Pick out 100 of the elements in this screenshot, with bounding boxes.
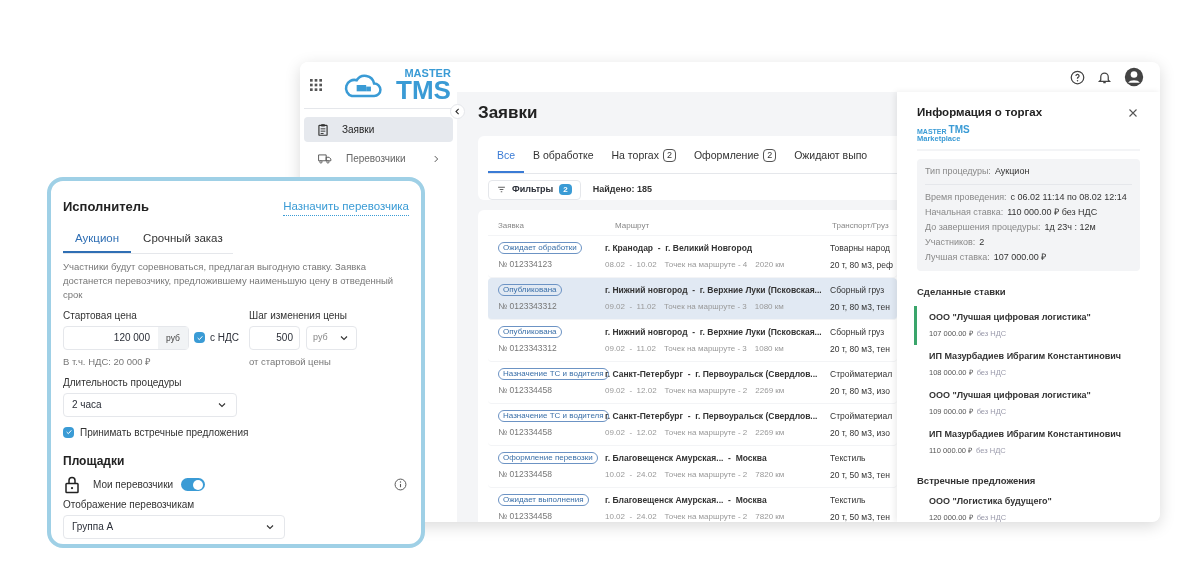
cargo-specs: 20 т, 80 м3, изо [830,427,891,440]
cargo-specs: 20 т, 80 м3, реф [830,259,892,272]
cargo-type: Текстиль [830,493,867,507]
order-number: № 0123343312 [498,341,557,355]
tab[interactable]: Ожидают выпо [785,140,877,173]
order-number: № 0123343312 [498,299,557,313]
cargo-type: Сборный груз [830,325,886,339]
tab-count: 2 [763,149,777,162]
display-group-dropdown[interactable]: Группа А [63,514,285,539]
bell-icon [1097,69,1112,85]
cargo-specs: 20 т, 80 м3, изо [830,385,891,398]
route-distance: 1080 км [754,301,784,314]
route-dates: 09.02 - 12.02 [605,385,657,398]
tab[interactable]: В обработке [524,140,603,173]
checkbox-label: с НДС [210,331,239,345]
route-text: г. Кранодар - г. Великий Новгород [605,241,754,255]
auction-detail: Время проведения: с 06.02 11:14 по 08.02 12:14 [925,191,1128,205]
start-price-field[interactable]: 120 000 руб [63,325,189,350]
route-text: г. Санкт-Петербург - г. Первоуральск (Свердлов... [605,409,819,423]
cargo-type: Стройматериал [830,367,892,381]
route-text: г. Нижний новгород - г. Верхние Луки (Псковская... [605,325,822,339]
cargo-specs: 20 т, 80 м3, тен [830,301,891,314]
toggle-label: Мои перевозчики [93,478,174,493]
tab-count: 2 [662,149,676,162]
route-dates: 10.02 - 24.02 [605,511,657,522]
route-dates: 09.02 - 12.02 [605,427,657,440]
procedure-type: Тип процедуры: Аукцион [925,164,1132,186]
bidder-name: ИП Мазурбадиев Ибрагим Константинович [929,428,1123,442]
route-points: Точек на маршруте - 2 [664,469,748,482]
route-text: г. Санкт-Петербург - г. Первоуральск (Свердлов... [605,367,819,381]
help-icon [1070,69,1085,85]
route-points: Точек на маршруте - 3 [664,301,747,314]
filter-icon [497,185,506,194]
duration-dropdown[interactable]: 2 часа [63,392,237,417]
column-header: Заявка [497,220,525,232]
route-points: Точек на маршруте - 2 [664,511,748,522]
tab[interactable]: Аукцион [63,226,132,253]
vat-note: В т.ч. НДС: 20 000 ₽ [63,354,153,369]
route-text: г. Нижний новгород - г. Верхние Луки (Псковская... [605,283,822,297]
route-text: г. Благовещенск Амурская... - Москва [605,493,768,507]
column-header: Маршрут [614,220,651,232]
filters-button[interactable]: Фильтры 2 [488,179,581,200]
logo-text: TMS [396,76,451,103]
route-points: Точек на маршруте - 3 [664,343,747,356]
route-points: Точек на маршруте - 4 [664,259,748,272]
chevron-left-icon [453,107,462,116]
cargo-specs: 20 т, 80 м3, тен [830,343,891,356]
price-step-field[interactable]: 500 [249,325,300,350]
table-row[interactable]: Опубликована № 0123343312 г. Нижний новгород - г. Верхние Луки (Псковская... 09.02 - 11.02 Точек на маршруте - 3 1080 км Сборный груз 20 т, 80 м3, тен [488,277,897,320]
route-distance: 7820 км [755,469,785,482]
route-dates: 09.02 - 11.02 [605,343,656,356]
route-distance: 7820 км [755,511,785,522]
bidder-name: ООО "Лучшая цифровая логистика" [929,311,1092,325]
route-distance: 1080 км [754,343,784,356]
auction-detail: Участников: 2 [925,236,986,250]
order-number: № 012334458 [498,383,553,397]
auction-detail: Начальная ставка: 110 000.00 ₽ без НДС [925,206,1099,220]
logo-text: MASTER [404,67,451,79]
field-label: Отображение перевозчикам [63,497,196,512]
checkbox[interactable] [194,332,205,343]
route-distance: 2269 км [755,427,785,440]
tab[interactable]: Срочный заказ [131,226,235,253]
section-title: Сделанные ставки [917,285,1007,300]
route-points: Точек на маршруте - 2 [664,427,748,440]
close-icon [1127,106,1139,119]
nav-item[interactable]: Перевозчики [304,146,453,171]
logo-text: TMS [948,125,970,136]
route-points: Точек на маршруте - 2 [664,385,748,398]
route-distance: 2269 км [755,385,785,398]
checkbox[interactable] [63,426,74,438]
field-label: Стартовая цена [63,308,138,323]
tab[interactable]: На торгах 2 [602,140,685,173]
order-number: № 012334458 [498,425,553,439]
cargo-type: Текстиль [830,451,867,465]
cargo-specs: 20 т, 50 м3, тен [830,511,891,522]
clipboard-icon [316,122,330,137]
auction-detail: До завершения процедуры: 1д 23ч : 12м [925,221,1097,235]
check-icon [195,333,204,342]
bidder-name: ООО "Логистика будущего" [929,495,1053,509]
apps-grid-icon [308,77,324,93]
cargo-specs: 20 т, 50 м3, тен [830,469,891,482]
route-dates: 09.02 - 11.02 [605,301,656,314]
nav-item[interactable]: Заявки [304,117,453,142]
page-title: Заявки [478,102,539,124]
toggle-switch[interactable] [181,478,206,492]
field-label: Шаг изменения цены [249,308,349,323]
cargo-type: Товарны народ [830,241,891,255]
section-title: Площадки [63,452,126,470]
section-title: Встречные предложения [917,473,1037,488]
route-dates: 08.02 - 10.02 [605,259,657,272]
user-avatar-icon [1124,67,1144,87]
tab[interactable]: Оформление 2 [684,140,786,173]
order-number: № 012334123 [498,257,553,271]
route-distance: 2020 км [755,259,785,272]
order-number: № 012334458 [498,509,553,522]
tab[interactable]: Все [488,140,525,173]
bidder-name: ИП Мазурбадиев Ибрагим Константинович [929,350,1123,364]
description-text: Участники будут соревноваться, предлагая выгодную ставку. Заявка достанется перевозчику, предложившему наименьшую цену в отведенный срок [63,259,395,302]
unit-dropdown[interactable]: руб [306,325,357,350]
checkbox-label: Принимать встречные предложения [80,425,249,440]
